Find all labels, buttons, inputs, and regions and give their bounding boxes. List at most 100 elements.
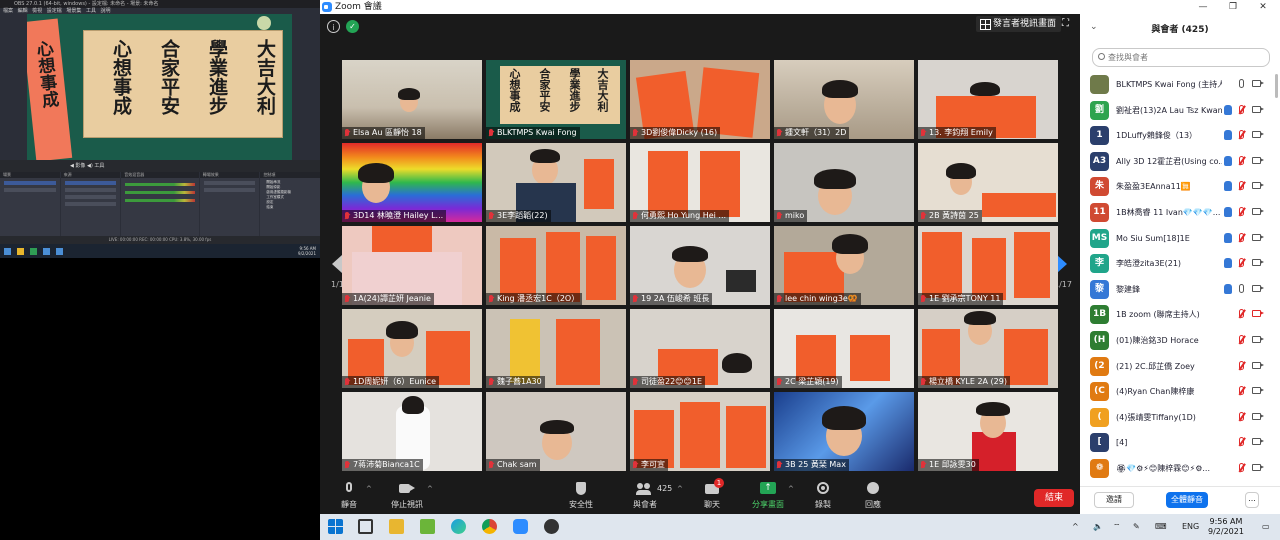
microphone-muted-icon[interactable]	[1239, 411, 1244, 421]
invite-button[interactable]: 邀請	[1094, 492, 1134, 508]
camera-off-icon[interactable]	[1252, 310, 1264, 318]
language-indicator[interactable]: ENG	[1182, 514, 1199, 540]
camera-icon[interactable]	[1252, 284, 1264, 292]
microphone-muted-icon[interactable]	[1239, 130, 1244, 140]
participant-row[interactable]: 黎黎建鋒	[1080, 277, 1274, 303]
camera-icon[interactable]	[1252, 387, 1264, 395]
camera-icon[interactable]	[1252, 131, 1264, 139]
zoom-taskbar-icon[interactable]	[513, 519, 528, 534]
video-tile[interactable]: Chak sam	[486, 392, 626, 471]
camera-icon[interactable]	[1252, 361, 1264, 369]
speaker-view-button[interactable]: 發言者視訊畫面	[976, 16, 1062, 32]
microphone-muted-icon[interactable]	[1239, 104, 1244, 114]
video-tile-active-speaker[interactable]: 心想事成 合家平安 學業進步 大吉大利 BLKTMPS Kwai Fong	[486, 60, 626, 139]
participant-row[interactable]: ❁ 🏵💎⚙⚡😊陳梓霖😊⚡⚙...	[1080, 456, 1274, 482]
chevron-up-icon[interactable]: ^	[788, 485, 794, 493]
minimize-icon[interactable]: —	[1188, 0, 1218, 14]
video-tile[interactable]: 13. 李鈞翔 Emily	[918, 60, 1058, 139]
file-explorer-icon[interactable]	[389, 519, 404, 534]
dock-transitions[interactable]: 轉場效果	[199, 172, 260, 244]
video-tile[interactable]: 楊立橋 KYLE 2A (29)	[918, 309, 1058, 388]
chat-button[interactable]: 1 聊天	[687, 478, 737, 511]
close-icon[interactable]: ✕	[1248, 0, 1278, 14]
microphone-muted-icon[interactable]	[1239, 309, 1244, 319]
security-button[interactable]: 安全性	[556, 482, 606, 511]
participant-row[interactable]: 1B 1B zoom (聯席主持人)	[1080, 302, 1274, 328]
microphone-muted-icon[interactable]	[1239, 437, 1244, 447]
obs-taskbar-icon[interactable]	[544, 519, 559, 534]
system-clock[interactable]: 9:56 AM 9/2/2021	[1208, 517, 1244, 537]
video-tile[interactable]: 司徒盈22😊😊1E	[630, 309, 770, 388]
camera-icon[interactable]	[1252, 105, 1264, 113]
chevron-up-icon[interactable]: ^	[677, 485, 683, 493]
restore-icon[interactable]: ❐	[1218, 0, 1248, 14]
reactions-button[interactable]: 回應	[848, 482, 898, 511]
video-tile[interactable]: 何勇熙 Ho Yung Hei ...	[630, 143, 770, 222]
previous-page-arrow-icon[interactable]	[332, 255, 342, 273]
video-tile[interactable]: 1E 劉承宗TONY 11	[918, 226, 1058, 305]
microphone-muted-icon[interactable]	[1239, 181, 1244, 191]
task-view-icon[interactable]	[358, 519, 373, 534]
wifi-icon[interactable]: ⌔	[1113, 514, 1121, 540]
notifications-icon[interactable]: ▭	[1262, 514, 1270, 540]
mute-all-button[interactable]: 全體靜音	[1166, 492, 1208, 508]
participant-row[interactable]: 11 1B林喬睿 11 Ivan💎💎💎...	[1080, 200, 1274, 226]
camera-icon[interactable]	[1252, 438, 1264, 446]
camera-icon[interactable]	[1252, 464, 1264, 471]
dock-audio-mixer[interactable]: 音效混音器	[121, 172, 199, 244]
camera-icon[interactable]	[1252, 182, 1264, 190]
chrome-icon[interactable]	[482, 519, 497, 534]
stop-video-button[interactable]: 停止視訊	[382, 482, 432, 511]
chevron-up-icon[interactable]: ^	[1072, 514, 1079, 540]
video-tile[interactable]: 3D14 林曉澄 Hailey L...	[342, 143, 482, 222]
participant-row[interactable]: 劉劉祉君(13)2A Lau Tsz Kwan...	[1080, 98, 1274, 124]
video-tile[interactable]: 魏子蕎1A30	[486, 309, 626, 388]
obs-mixer-bar[interactable]: ◀ 影像 ◀) 工具	[0, 160, 320, 172]
video-tile[interactable]: 1A(24)譚芷妍 Jeanie	[342, 226, 482, 305]
participant-row[interactable]: (C (4)Ryan Chan陳梓康	[1080, 379, 1274, 405]
microphone-muted-icon[interactable]	[1239, 463, 1244, 472]
app-icon[interactable]	[420, 519, 435, 534]
end-meeting-button[interactable]: 結束	[1034, 489, 1074, 507]
microphone-muted-icon[interactable]	[1239, 360, 1244, 370]
edge-icon[interactable]	[451, 519, 466, 534]
microphone-icon[interactable]	[1239, 283, 1244, 293]
microphone-muted-icon[interactable]	[1239, 335, 1244, 344]
camera-icon[interactable]	[1252, 156, 1264, 164]
pen-icon[interactable]: ✎	[1133, 514, 1140, 540]
video-tile[interactable]: 19 2A 伍峻希 班長	[630, 226, 770, 305]
video-tile[interactable]: 7蒋沛菊Bianca1C	[342, 392, 482, 471]
microphone-muted-icon[interactable]	[1239, 258, 1244, 268]
participant-row[interactable]: A3 Ally 3D 12霍芷君(Using co...	[1080, 149, 1274, 175]
fullscreen-icon[interactable]: ⛶	[1060, 18, 1071, 29]
video-tile[interactable]: lee chin wing3e🥨	[774, 226, 914, 305]
windows-start-icon[interactable]	[328, 519, 343, 534]
participant-row[interactable]: 朱朱盈盈3EAnna11🈚	[1080, 174, 1274, 200]
camera-icon[interactable]	[1252, 336, 1264, 343]
camera-icon[interactable]	[1252, 412, 1264, 420]
participant-row[interactable]: MS Mo Siu Sum[18]1E	[1080, 226, 1274, 252]
record-button[interactable]: 錄製	[798, 482, 848, 511]
microphone-muted-icon[interactable]	[1239, 155, 1244, 165]
participant-row[interactable]: (H (01)陳治銘3D Horace	[1080, 328, 1274, 354]
camera-icon[interactable]	[1252, 208, 1264, 215]
scrollbar[interactable]	[1275, 74, 1278, 98]
video-tile[interactable]: 1E 邱詠雯30	[918, 392, 1058, 471]
video-tile[interactable]: miko	[774, 143, 914, 222]
video-tile[interactable]: 2B 黃詩茵 25	[918, 143, 1058, 222]
info-icon[interactable]: i	[327, 20, 340, 33]
more-button[interactable]: ...	[1245, 492, 1259, 508]
microphone-muted-icon[interactable]	[1239, 386, 1244, 396]
video-tile[interactable]: 鍾文軒（31）2D	[774, 60, 914, 139]
dock-sources[interactable]: 來源	[60, 172, 121, 244]
participant-row[interactable]: 李李皓澄zita3E(21)	[1080, 251, 1274, 277]
video-tile[interactable]: King 潘丞宏1C（2O）	[486, 226, 626, 305]
video-tile[interactable]: 3B 25 黃琹 Max	[774, 392, 914, 471]
camera-icon[interactable]	[1252, 80, 1264, 87]
microphone-muted-icon[interactable]	[1239, 232, 1244, 242]
participant-row[interactable]: ((4)張靖雯Tiffany(1D)	[1080, 405, 1274, 431]
participant-search-input[interactable]: 查找與會者	[1092, 48, 1270, 67]
next-page-arrow-icon[interactable]	[1057, 255, 1067, 273]
camera-icon[interactable]	[1252, 259, 1264, 267]
participant-row[interactable]: 1 1DLuffy賴鋒俊（13）	[1080, 123, 1274, 149]
